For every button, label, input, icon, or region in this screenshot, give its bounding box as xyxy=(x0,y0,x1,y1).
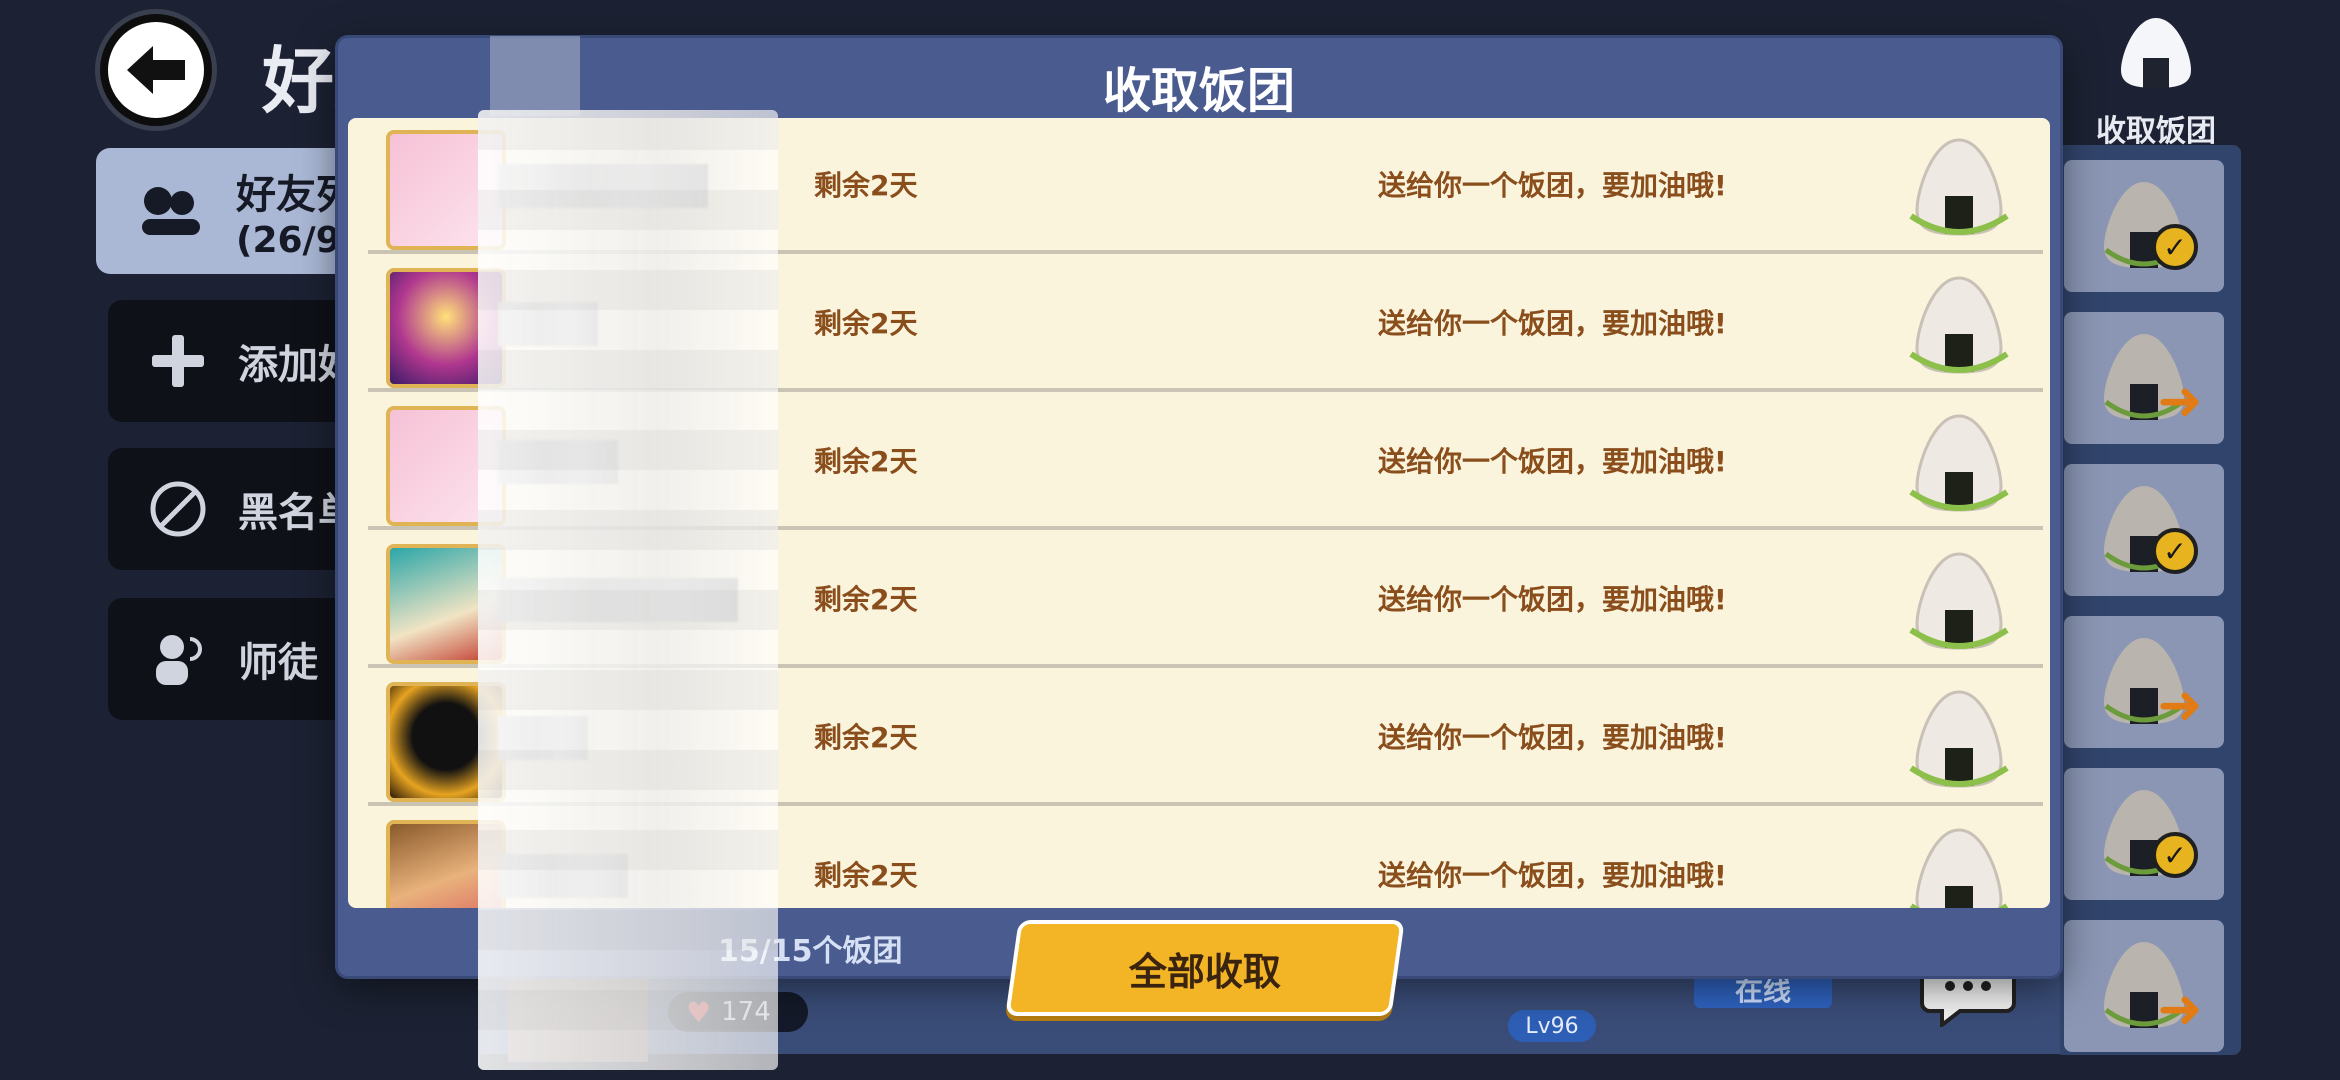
plus-icon xyxy=(152,335,204,387)
remaining-time: 剩余2天 xyxy=(814,859,918,892)
back-button[interactable] xyxy=(100,14,212,126)
privacy-mosaic xyxy=(478,110,778,1070)
rice-ball-icon[interactable] xyxy=(1903,408,2015,520)
gift-message: 送给你一个饭团，要加油哦! xyxy=(1378,445,1727,478)
send-arrow-icon: ➜ xyxy=(2157,369,2203,432)
remaining-time: 剩余2天 xyxy=(814,583,918,616)
rice-ball-icon[interactable] xyxy=(1903,822,2015,908)
send-arrow-icon: ➜ xyxy=(2157,673,2203,736)
gift-message: 送给你一个饭团，要加油哦! xyxy=(1378,859,1727,892)
friends-icon xyxy=(142,187,200,235)
check-icon: ✓ xyxy=(2152,832,2198,878)
back-arrow-icon xyxy=(127,46,185,94)
privacy-mosaic xyxy=(490,36,580,116)
friend-rice-ball-status[interactable]: ✓ xyxy=(2064,768,2224,900)
friend-rice-ball-send[interactable]: ➜ xyxy=(2064,312,2224,444)
gift-message: 送给你一个饭团，要加油哦! xyxy=(1378,721,1727,754)
rice-ball-icon[interactable] xyxy=(1903,684,2015,796)
check-icon: ✓ xyxy=(2152,528,2198,574)
sidebar-item-label: 师徒 xyxy=(238,640,318,686)
rice-ball-icon[interactable] xyxy=(1903,132,2015,244)
friend-rice-ball-status[interactable]: ✓ xyxy=(2064,160,2224,292)
rice-ball-icon[interactable] xyxy=(1903,270,2015,382)
friend-rice-ball-send[interactable]: ➜ xyxy=(2064,616,2224,748)
collect-tab-label: 收取饭团 xyxy=(2096,114,2216,149)
gift-message: 送给你一个饭团，要加油哦! xyxy=(1378,169,1727,202)
remaining-time: 剩余2天 xyxy=(814,307,918,340)
friend-rice-ball-send[interactable]: ➜ xyxy=(2064,920,2224,1052)
mentor-icon xyxy=(156,635,202,685)
send-arrow-icon: ➜ xyxy=(2157,977,2203,1040)
remaining-time: 剩余2天 xyxy=(814,721,918,754)
collect-rice-ball-tab[interactable]: 收取饭团 xyxy=(2076,14,2236,150)
remaining-time: 剩余2天 xyxy=(814,169,918,202)
remaining-time: 剩余2天 xyxy=(814,445,918,478)
collect-all-label: 全部收取 xyxy=(1128,949,1281,994)
friend-rice-ball-status[interactable]: ✓ xyxy=(2064,464,2224,596)
level-badge: Lv96 xyxy=(1508,1010,1596,1042)
rice-ball-icon xyxy=(2121,18,2191,88)
rice-ball-icon[interactable] xyxy=(1903,546,2015,658)
gift-message: 送给你一个饭团，要加油哦! xyxy=(1378,583,1727,616)
gift-message: 送给你一个饭团，要加油哦! xyxy=(1378,307,1727,340)
block-icon xyxy=(150,481,206,537)
collect-all-button[interactable]: 全部收取 xyxy=(1005,920,1405,1016)
check-icon: ✓ xyxy=(2152,224,2198,270)
